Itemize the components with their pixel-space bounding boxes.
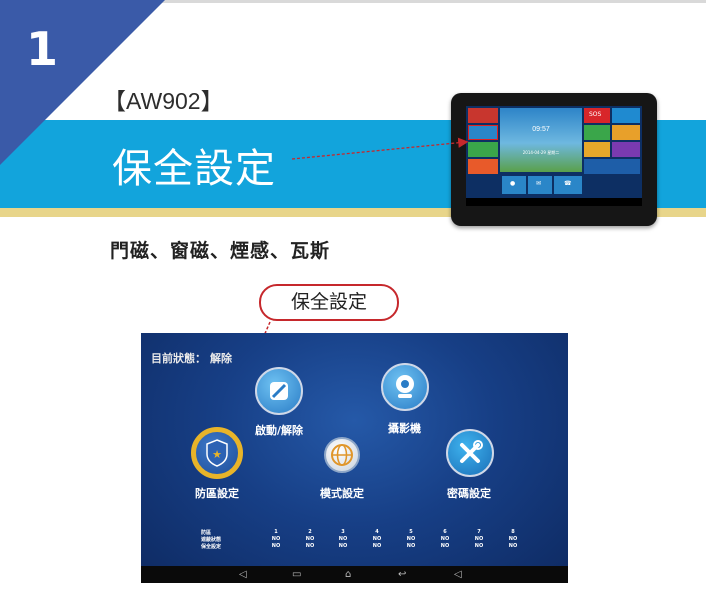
camera-button[interactable] (381, 363, 429, 411)
model-label: 【AW902】 (103, 88, 224, 114)
tile-emergency (468, 159, 498, 174)
tablet-date: 2014-04-29 星期二 (522, 150, 560, 155)
tile-health (612, 125, 640, 140)
zone-number: 4 (375, 529, 379, 535)
zone-row-label: 遮蔽狀態 (201, 537, 222, 543)
arm-disarm-button[interactable] (255, 367, 303, 415)
tablet-thumbnail: 09:57 2014-04-29 星期二 SOS ● ✉ ☎ (451, 93, 657, 226)
zone-setting-label: 防區設定 (195, 487, 239, 500)
camera-label: 攝影機 (388, 422, 421, 435)
home-icon[interactable]: ⌂ (345, 569, 351, 580)
zone-setting: NO (508, 543, 518, 549)
zone-status: NO (271, 536, 281, 542)
status-line: 目前狀態： 解除 (151, 350, 232, 366)
tile-weather (584, 159, 640, 174)
status-label: 目前狀態： (151, 352, 206, 365)
zone-setting: NO (338, 543, 348, 549)
zone-shield-icon: ★ (206, 439, 228, 467)
zone-number: 6 (443, 529, 447, 535)
back-icon[interactable]: ↩ (398, 569, 406, 580)
tile-clock: 09:57 2014-04-29 星期二 (500, 108, 582, 172)
tablet-screen: 09:57 2014-04-29 星期二 SOS ● ✉ ☎ (466, 106, 642, 206)
slide-number: 1 (25, 22, 58, 76)
zone-status: NO (406, 536, 416, 542)
device-navbar: ◁ ▭ ⌂ ↩ ◁ (141, 566, 568, 583)
zone-number: 3 (341, 529, 345, 535)
zone-number: 2 (308, 529, 312, 535)
tile-smart-home (468, 142, 498, 157)
tile-sos: SOS (584, 108, 610, 123)
status-value: 解除 (210, 352, 232, 365)
zone-setting: NO (305, 543, 315, 549)
page-title: 保全設定 (112, 146, 276, 192)
tile-message: ✉ (528, 176, 552, 194)
password-setting-label: 密碼設定 (447, 487, 491, 500)
tablet-navbar (466, 198, 642, 206)
subtitle: 門磁、窗磁、煙感、瓦斯 (110, 240, 331, 262)
zone-status: NO (305, 536, 315, 542)
tile-contacts (612, 108, 640, 123)
mode-globe-icon (331, 444, 353, 466)
zone-setting: NO (372, 543, 382, 549)
tile-settings (612, 142, 640, 157)
tile-guard (584, 125, 610, 140)
volume-down-icon[interactable]: ◁ (239, 569, 247, 580)
tablet-time: 09:57 (532, 126, 550, 133)
zone-status: NO (440, 536, 450, 542)
zone-number: 1 (274, 529, 278, 535)
zone-number: 7 (477, 529, 481, 535)
zone-number: 5 (409, 529, 413, 535)
mode-setting-button[interactable] (324, 437, 360, 473)
camera-icon (396, 375, 414, 398)
zone-number: 8 (511, 529, 515, 535)
zone-setting-button[interactable]: ★ (191, 427, 243, 479)
zone-setting: NO (440, 543, 450, 549)
tile-call-log: ☎ (554, 176, 582, 194)
arm-disarm-icon (270, 382, 288, 400)
zone-status: NO (508, 536, 518, 542)
volume-up-icon[interactable]: ◁ (454, 569, 462, 580)
mode-setting-label: 模式設定 (320, 487, 364, 500)
zone-row-label: 防區 (201, 530, 212, 536)
zone-status: NO (338, 536, 348, 542)
password-setting-button[interactable] (446, 429, 494, 477)
zone-setting: NO (474, 543, 484, 549)
zone-setting: NO (271, 543, 281, 549)
callout-label: 保全設定 (259, 284, 399, 321)
tile-security-highlight (468, 125, 498, 140)
recent-apps-icon[interactable]: ▭ (292, 569, 301, 580)
zone-status: NO (372, 536, 382, 542)
tile-call-center (468, 108, 498, 123)
zone-status: NO (474, 536, 484, 542)
svg-text:★: ★ (212, 448, 222, 461)
password-tools-icon (460, 440, 483, 463)
zone-row-label: 保全設定 (201, 544, 222, 550)
tile-visitor-msg: ● (502, 176, 526, 194)
arm-disarm-label: 啟動/解除 (255, 424, 304, 437)
banner-corner (0, 120, 45, 165)
tile-notice (584, 142, 610, 157)
zone-setting: NO (406, 543, 416, 549)
security-settings-screen: 目前狀態： 解除 啟動/解除 攝影機 ★ 防區設定 模式設定 密碼設定 防區 1… (141, 333, 568, 583)
